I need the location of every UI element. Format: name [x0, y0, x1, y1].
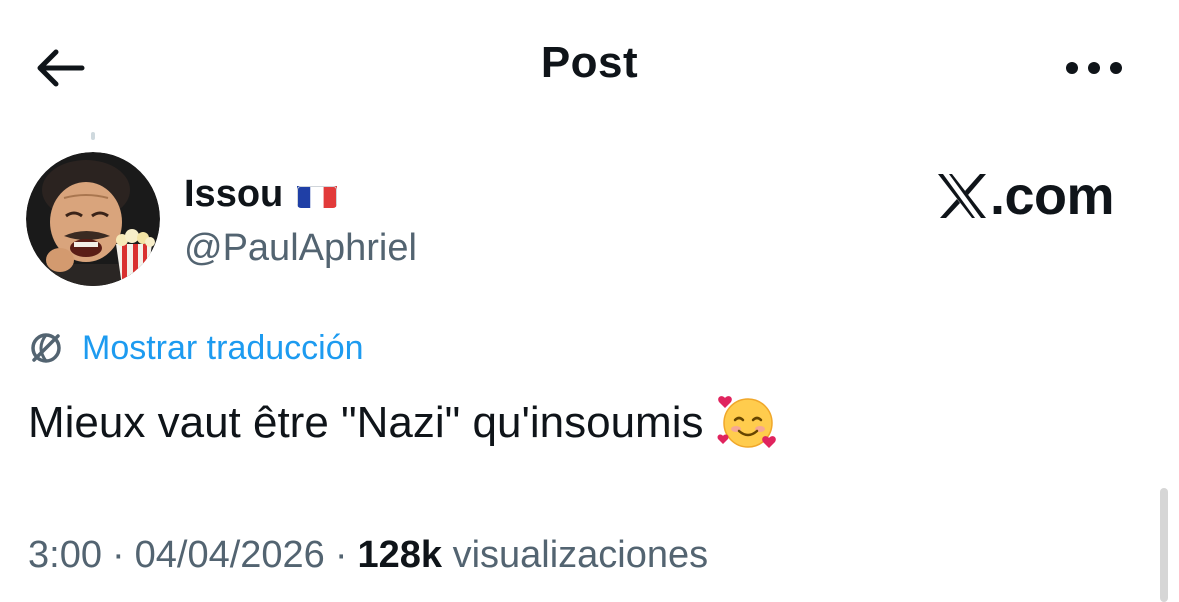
- watermark-text: .com: [990, 166, 1115, 226]
- post-body: Mieux vaut être "Nazi" qu'insoumis: [28, 392, 779, 454]
- more-options-button[interactable]: [1062, 48, 1126, 88]
- meta-separator: ·: [334, 534, 348, 576]
- post-text: Mieux vaut être "Nazi" qu'insoumis: [28, 398, 704, 447]
- smiling-face-with-hearts-icon: [718, 396, 777, 448]
- views-count[interactable]: 128k: [357, 534, 442, 576]
- meta-separator: ·: [111, 534, 125, 576]
- page-title: Post: [540, 38, 639, 87]
- author-name[interactable]: Issou: [184, 172, 283, 216]
- post-time: 3:00: [28, 534, 102, 576]
- top-bar: Post: [0, 0, 1179, 130]
- x-logo-icon: [938, 174, 986, 218]
- more-horizontal-icon: [1066, 62, 1122, 74]
- show-translation-link[interactable]: Mostrar traducción: [28, 326, 364, 370]
- views-label[interactable]: visualizaciones: [453, 534, 709, 576]
- globe-icon: [31, 333, 61, 363]
- thread-line: [91, 132, 95, 140]
- flag-france-icon: [297, 180, 338, 208]
- author-name-row[interactable]: Issou: [184, 172, 338, 216]
- post-date: 04/04/2026: [134, 534, 325, 576]
- scrollbar[interactable]: [1160, 488, 1168, 602]
- x-com-watermark: .com: [936, 166, 1115, 226]
- show-translation-label[interactable]: Mostrar traducción: [82, 326, 364, 370]
- avatar[interactable]: [26, 152, 160, 286]
- post-meta: 3:00 · 04/04/2026 · 128k visualizaciones: [28, 530, 708, 580]
- author-handle[interactable]: @PaulAphriel: [184, 226, 417, 270]
- avatar-icon: [26, 152, 160, 286]
